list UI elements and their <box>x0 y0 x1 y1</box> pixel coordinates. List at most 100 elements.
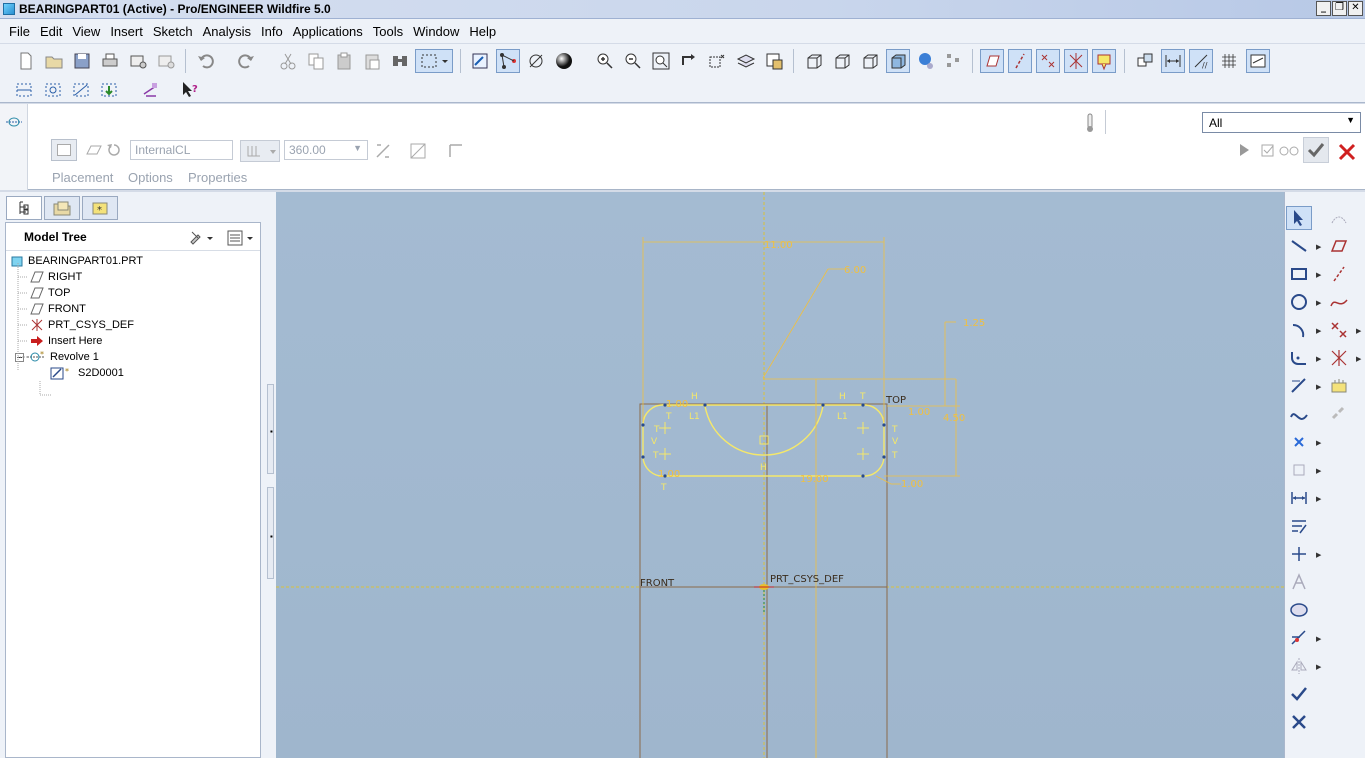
annotation-toggle-icon[interactable] <box>1092 49 1116 73</box>
point-tool-icon[interactable] <box>1326 318 1352 342</box>
model-display-icon[interactable] <box>942 49 966 73</box>
verify-mode-icon[interactable] <box>1260 142 1276 158</box>
close-window-button[interactable]: ✕ <box>1348 1 1363 16</box>
coordinate-system-tool-icon[interactable] <box>1326 346 1352 370</box>
dim-width[interactable]: 11.00 <box>764 240 793 251</box>
refit-icon[interactable] <box>649 49 673 73</box>
modify-tool-icon[interactable] <box>1286 514 1312 538</box>
no-hidden-icon[interactable] <box>858 49 882 73</box>
line-tool-icon[interactable] <box>1286 234 1312 258</box>
flip-angle-icon[interactable] <box>373 141 393 161</box>
minimize-button[interactable]: _ <box>1316 1 1331 16</box>
surface-type-icon[interactable] <box>84 142 104 158</box>
angle-option-dropdown[interactable] <box>240 140 280 162</box>
csys-toggle-icon[interactable] <box>1064 49 1088 73</box>
constraints-tool-icon[interactable] <box>1286 542 1312 566</box>
text-tool-icon[interactable] <box>1286 570 1312 594</box>
appearance-sphere-icon[interactable] <box>552 49 576 73</box>
constraint-display-icon[interactable]: // <box>1189 49 1213 73</box>
orient-mode-icon[interactable] <box>496 49 520 73</box>
paste-special-icon[interactable] <box>360 49 384 73</box>
regenerate-icon[interactable] <box>1133 49 1157 73</box>
find-icon[interactable] <box>388 49 412 73</box>
sketch-point-icon[interactable] <box>1286 430 1312 454</box>
mirror-tool-icon[interactable] <box>1286 654 1312 678</box>
menu-tools[interactable]: Tools <box>368 24 408 39</box>
datum-points-toggle-icon[interactable] <box>1036 49 1060 73</box>
spin-center-icon[interactable] <box>524 49 548 73</box>
spline-tool-icon[interactable] <box>1286 402 1312 426</box>
selection-filter-select[interactable]: All ▼ <box>1202 112 1361 133</box>
apply-button[interactable] <box>1303 137 1329 163</box>
menu-view[interactable]: View <box>67 24 105 39</box>
remove-material-icon[interactable] <box>408 141 428 161</box>
panel-splitter[interactable]: ▪ ▪ <box>267 192 276 758</box>
dimension-tool-icon[interactable] <box>1286 486 1312 510</box>
dimension-display-icon[interactable] <box>1161 49 1185 73</box>
tab-folder-browser[interactable] <box>44 196 80 220</box>
restore-button[interactable]: ❐ <box>1332 1 1347 16</box>
menu-analysis[interactable]: Analysis <box>198 24 256 39</box>
menu-insert[interactable]: Insert <box>105 24 148 39</box>
menu-applications[interactable]: Applications <box>288 24 368 39</box>
menu-help[interactable]: Help <box>464 24 501 39</box>
layers-icon[interactable] <box>734 49 758 73</box>
print-icon[interactable] <box>98 49 122 73</box>
open-file-icon[interactable] <box>42 49 66 73</box>
tab-model-tree[interactable] <box>6 196 42 220</box>
dim-right-bottom[interactable]: 1.00 <box>901 479 923 490</box>
zoom-in-icon[interactable] <box>593 49 617 73</box>
select-surface-icon[interactable] <box>69 78 93 102</box>
menu-file[interactable]: File <box>4 24 35 39</box>
save-icon[interactable] <box>70 49 94 73</box>
graphics-window[interactable]: 11.00 6.00 1.25 1.00 1.00 4.50 1.00 19.0… <box>276 192 1284 758</box>
tree-columns-icon[interactable] <box>226 228 256 248</box>
fillet-tool-icon[interactable] <box>1286 346 1312 370</box>
sketch-canvas[interactable]: 11.00 6.00 1.25 1.00 1.00 4.50 1.00 19.0… <box>276 192 1284 758</box>
mail-attach-icon[interactable] <box>154 49 178 73</box>
cut-icon[interactable] <box>276 49 300 73</box>
saved-views-icon[interactable] <box>705 49 729 73</box>
reorient-icon[interactable] <box>677 49 701 73</box>
send-mail-icon[interactable] <box>126 49 150 73</box>
select-arrow-icon[interactable] <box>1286 206 1312 230</box>
new-file-icon[interactable] <box>14 49 38 73</box>
trim-tool-icon[interactable] <box>1286 626 1312 650</box>
construction-mode-icon[interactable] <box>1326 206 1352 230</box>
copy-icon[interactable] <box>304 49 328 73</box>
redo-icon[interactable] <box>234 49 258 73</box>
select-chain-icon[interactable] <box>41 78 65 102</box>
menu-window[interactable]: Window <box>408 24 464 39</box>
circle-tool-icon[interactable] <box>1286 290 1312 314</box>
link-tool-icon[interactable] <box>1326 402 1352 426</box>
repaint-icon[interactable] <box>468 49 492 73</box>
preview-glasses-icon[interactable] <box>1278 142 1300 158</box>
use-edge-icon[interactable] <box>1286 458 1312 482</box>
shading-icon[interactable] <box>886 49 910 73</box>
arc-tool-icon[interactable] <box>1286 318 1312 342</box>
pause-play-icon[interactable] <box>1237 142 1251 158</box>
menu-sketch[interactable]: Sketch <box>148 24 198 39</box>
cancel-feature-icon[interactable] <box>1337 142 1357 162</box>
datum-axes-toggle-icon[interactable] <box>1008 49 1032 73</box>
tab-favorites[interactable]: * <box>82 196 118 220</box>
axis-reference-field[interactable]: InternalCL <box>130 140 233 160</box>
view-manager-icon[interactable] <box>762 49 786 73</box>
thicken-sketch-icon[interactable] <box>446 141 466 161</box>
chamfer-tool-icon[interactable] <box>1286 374 1312 398</box>
tab-options[interactable]: Options <box>128 170 173 185</box>
flip-direction-icon[interactable] <box>106 142 122 158</box>
dim-offset[interactable]: 1.25 <box>963 318 985 329</box>
vertex-display-icon[interactable] <box>1246 49 1270 73</box>
solid-type-button[interactable] <box>51 139 77 161</box>
quit-sketch-icon[interactable] <box>1286 710 1312 734</box>
dim-length[interactable]: 19.00 <box>800 474 829 485</box>
enhanced-realism-icon[interactable] <box>914 49 938 73</box>
hidden-line-icon[interactable] <box>830 49 854 73</box>
axis-tool-icon[interactable] <box>1326 262 1352 286</box>
dim-left-bottom[interactable]: 1.00 <box>658 469 680 480</box>
wireframe-icon[interactable] <box>802 49 826 73</box>
done-sketch-icon[interactable] <box>1286 682 1312 706</box>
selection-box-icon[interactable] <box>415 49 453 73</box>
angle-value-field[interactable]: 360.00 ▼ <box>284 140 368 160</box>
